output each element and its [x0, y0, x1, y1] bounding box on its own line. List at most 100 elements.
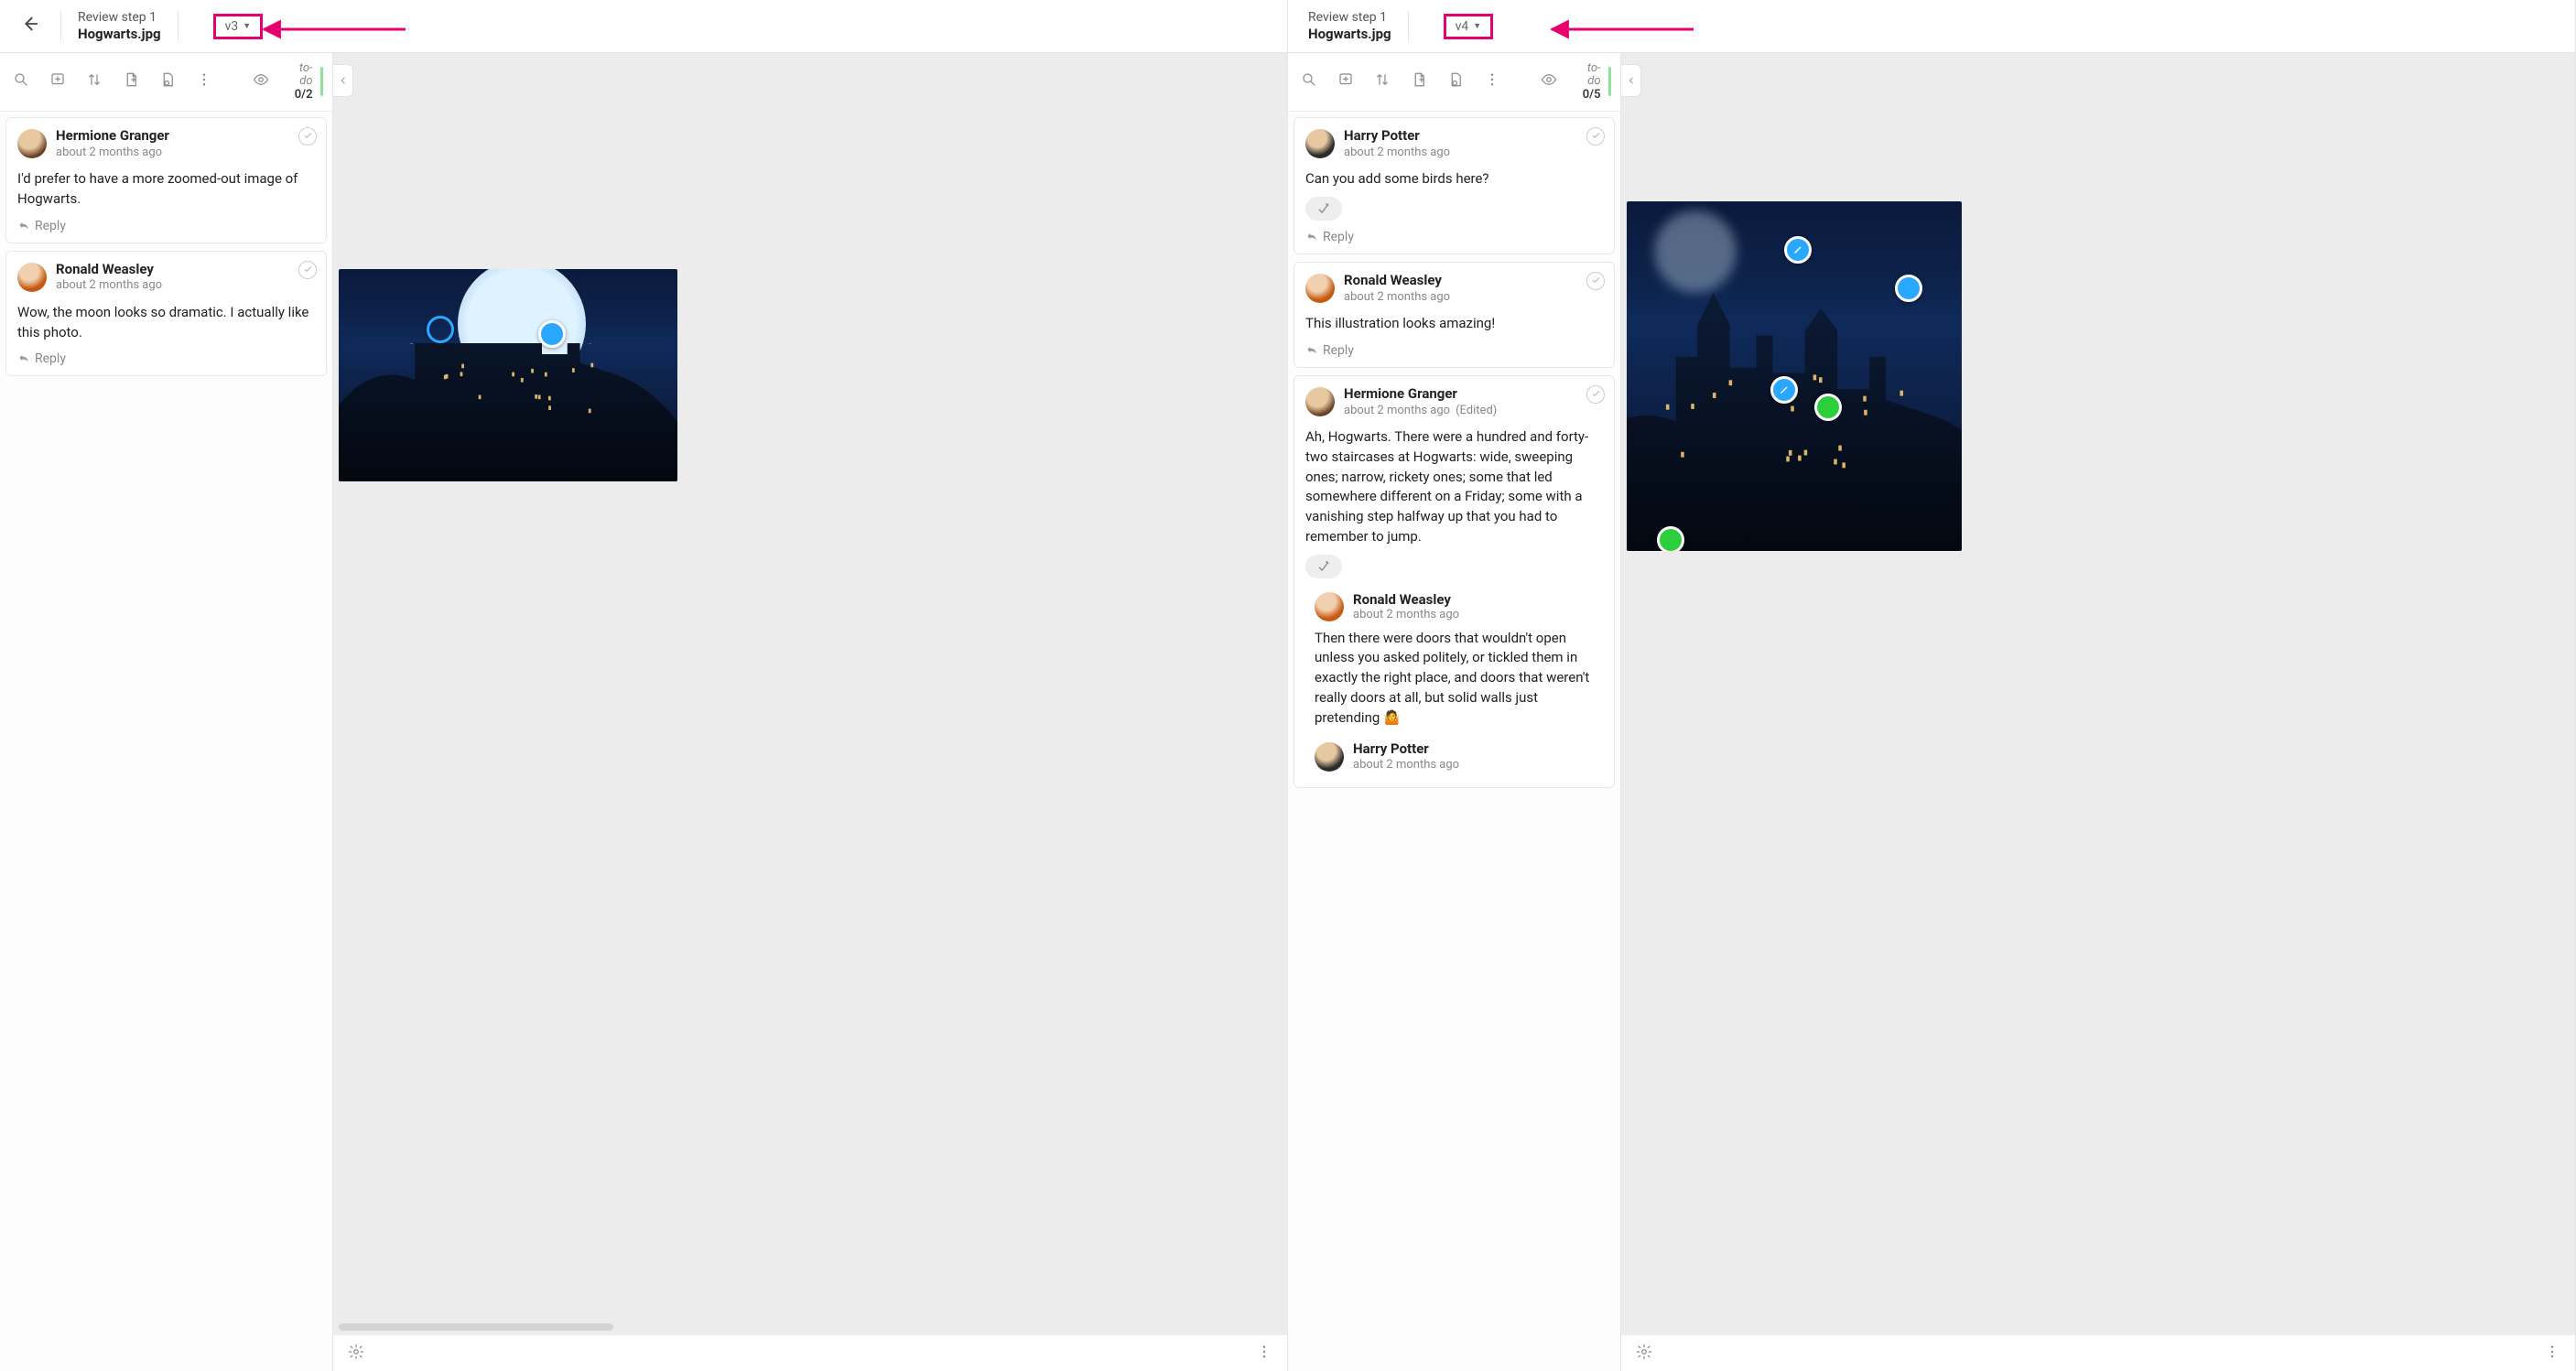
- annotation-arrow: [254, 20, 410, 27]
- annotation-arrow: [1542, 20, 1698, 27]
- annotation-marker[interactable]: [1814, 394, 1842, 421]
- annotation-marker[interactable]: [1657, 526, 1684, 551]
- avatar: [17, 129, 47, 158]
- reply-link[interactable]: Reply: [1305, 230, 1603, 244]
- avatar: [17, 263, 47, 292]
- comment-body: Ah, Hogwarts. There were a hundred and f…: [1305, 427, 1603, 547]
- settings-icon[interactable]: [348, 1344, 364, 1364]
- visibility-icon[interactable]: [253, 71, 269, 92]
- todo-progress-bar: [1608, 67, 1612, 96]
- comments-list[interactable]: Harry Potter about 2 months ago Can you …: [1288, 112, 1620, 1371]
- preview-footer: [1621, 1334, 2575, 1371]
- annotation-marker[interactable]: [427, 316, 454, 343]
- comment-body: This illustration looks amazing!: [1305, 314, 1603, 334]
- horizontal-scrollbar[interactable]: [339, 1323, 613, 1331]
- pane-header: Review step 1 Hogwarts.jpgv3▼: [0, 0, 1287, 53]
- comment-author: Hermione Granger: [1344, 385, 1497, 403]
- image-preview[interactable]: [339, 269, 677, 481]
- annotation-marker[interactable]: [1895, 275, 1922, 302]
- more-icon[interactable]: [1256, 1344, 1272, 1364]
- visibility-icon[interactable]: [1541, 71, 1557, 92]
- sort-icon[interactable]: [1374, 71, 1391, 92]
- title-block: Review step 1 Hogwarts.jpg: [78, 9, 161, 44]
- comment-body: Then there were doors that wouldn't open…: [1315, 629, 1603, 729]
- search-icon[interactable]: [1301, 71, 1317, 92]
- avatar: [1305, 387, 1335, 416]
- pane-header: Review step 1 Hogwarts.jpg v4 ▼: [1288, 0, 2575, 53]
- back-button[interactable]: [15, 14, 44, 39]
- comment-card[interactable]: Hermione Granger about 2 months ago I'd …: [5, 117, 327, 243]
- resolve-check[interactable]: [1586, 272, 1605, 290]
- comment-author: Ronald Weasley: [1344, 272, 1450, 289]
- settings-icon[interactable]: [1636, 1344, 1652, 1364]
- comment-author: Harry Potter: [1344, 127, 1450, 145]
- version-label: v4: [1456, 19, 1469, 34]
- image-preview[interactable]: [1627, 201, 1962, 551]
- todo-count: 0/5: [1577, 89, 1600, 102]
- collapse-sidebar-button[interactable]: [333, 64, 353, 97]
- comment-card[interactable]: Harry Potter about 2 months ago Can you …: [1293, 117, 1615, 254]
- comment-time: about 2 months ago: [1344, 290, 1450, 304]
- comment-card[interactable]: Ronald Weasley about 2 months ago This i…: [1293, 262, 1615, 368]
- comment-body: Wow, the moon looks so dramatic. I actua…: [17, 303, 315, 343]
- comment-card[interactable]: Ronald Weasley about 2 months ago Wow, t…: [5, 251, 327, 377]
- preview-canvas[interactable]: [1621, 53, 2575, 1371]
- reply-link[interactable]: Reply: [17, 351, 315, 366]
- comment-card[interactable]: Hermione Granger about 2 months ago(Edit…: [1293, 375, 1615, 789]
- todo-progress-bar: [320, 67, 324, 96]
- reply-link[interactable]: Reply: [17, 219, 315, 233]
- preview-canvas[interactable]: [333, 53, 1287, 1371]
- comment-time: about 2 months ago: [1344, 146, 1450, 159]
- attach-icon[interactable]: [1447, 71, 1464, 92]
- comment-body: I'd prefer to have a more zoomed-out ima…: [17, 169, 315, 210]
- comment-time: about 2 months ago: [1344, 404, 1450, 417]
- reply-label: Reply: [1323, 343, 1354, 358]
- todo-indicator: to-do0/5: [1577, 62, 1611, 102]
- version-selector[interactable]: v4 ▼: [1444, 14, 1494, 39]
- comment-author: Ronald Weasley: [1353, 591, 1459, 609]
- comment-author: Hermione Granger: [56, 127, 169, 145]
- avatar: [1315, 592, 1344, 621]
- collapse-sidebar-button[interactable]: [1621, 64, 1641, 97]
- file-name: Hogwarts.jpg: [1308, 26, 1391, 44]
- resolve-check[interactable]: [1586, 385, 1605, 404]
- comment-time: about 2 months ago: [56, 278, 162, 292]
- file-name: Hogwarts.jpg: [78, 26, 161, 44]
- sort-icon[interactable]: [86, 71, 103, 92]
- todo-label: to-do: [1577, 62, 1600, 89]
- resolve-check[interactable]: [298, 127, 317, 146]
- todo-count: 0/2: [289, 89, 312, 102]
- comment-reply: Ronald Weasley about 2 months ago Then t…: [1311, 591, 1603, 729]
- add-comment-icon[interactable]: [49, 71, 66, 92]
- attach-icon[interactable]: [159, 71, 176, 92]
- resolve-check[interactable]: [298, 261, 317, 279]
- comment-author: Ronald Weasley: [56, 261, 162, 278]
- more-icon[interactable]: [196, 71, 212, 92]
- reply-link[interactable]: Reply: [1305, 343, 1603, 358]
- reply-label: Reply: [35, 219, 66, 233]
- comment-time: about 2 months ago: [1353, 758, 1459, 772]
- avatar: [1315, 742, 1344, 772]
- resolve-check[interactable]: [1586, 127, 1605, 146]
- version-label: v3: [225, 19, 239, 34]
- new-page-icon[interactable]: [1411, 71, 1427, 92]
- add-comment-icon[interactable]: [1337, 71, 1354, 92]
- chevron-down-icon: ▼: [1473, 21, 1481, 31]
- search-icon[interactable]: [13, 71, 29, 92]
- reaction-chip[interactable]: [1305, 197, 1342, 221]
- comments-list[interactable]: Hermione Granger about 2 months ago I'd …: [0, 112, 332, 1371]
- comment-body: Can you add some birds here?: [1305, 169, 1603, 189]
- reaction-chip[interactable]: [1305, 555, 1342, 578]
- more-icon[interactable]: [1484, 71, 1500, 92]
- more-icon[interactable]: [2544, 1344, 2560, 1364]
- comment-reply: Harry Potter about 2 months ago: [1311, 740, 1603, 772]
- todo-indicator: to-do0/2: [289, 62, 323, 102]
- annotation-marker[interactable]: [1784, 236, 1812, 264]
- title-block: Review step 1 Hogwarts.jpg: [1308, 9, 1391, 44]
- avatar: [1305, 129, 1335, 158]
- avatar: [1305, 274, 1335, 303]
- new-page-icon[interactable]: [123, 71, 139, 92]
- annotation-marker[interactable]: [538, 320, 566, 348]
- preview-footer: [333, 1334, 1287, 1371]
- todo-label: to-do: [289, 62, 312, 89]
